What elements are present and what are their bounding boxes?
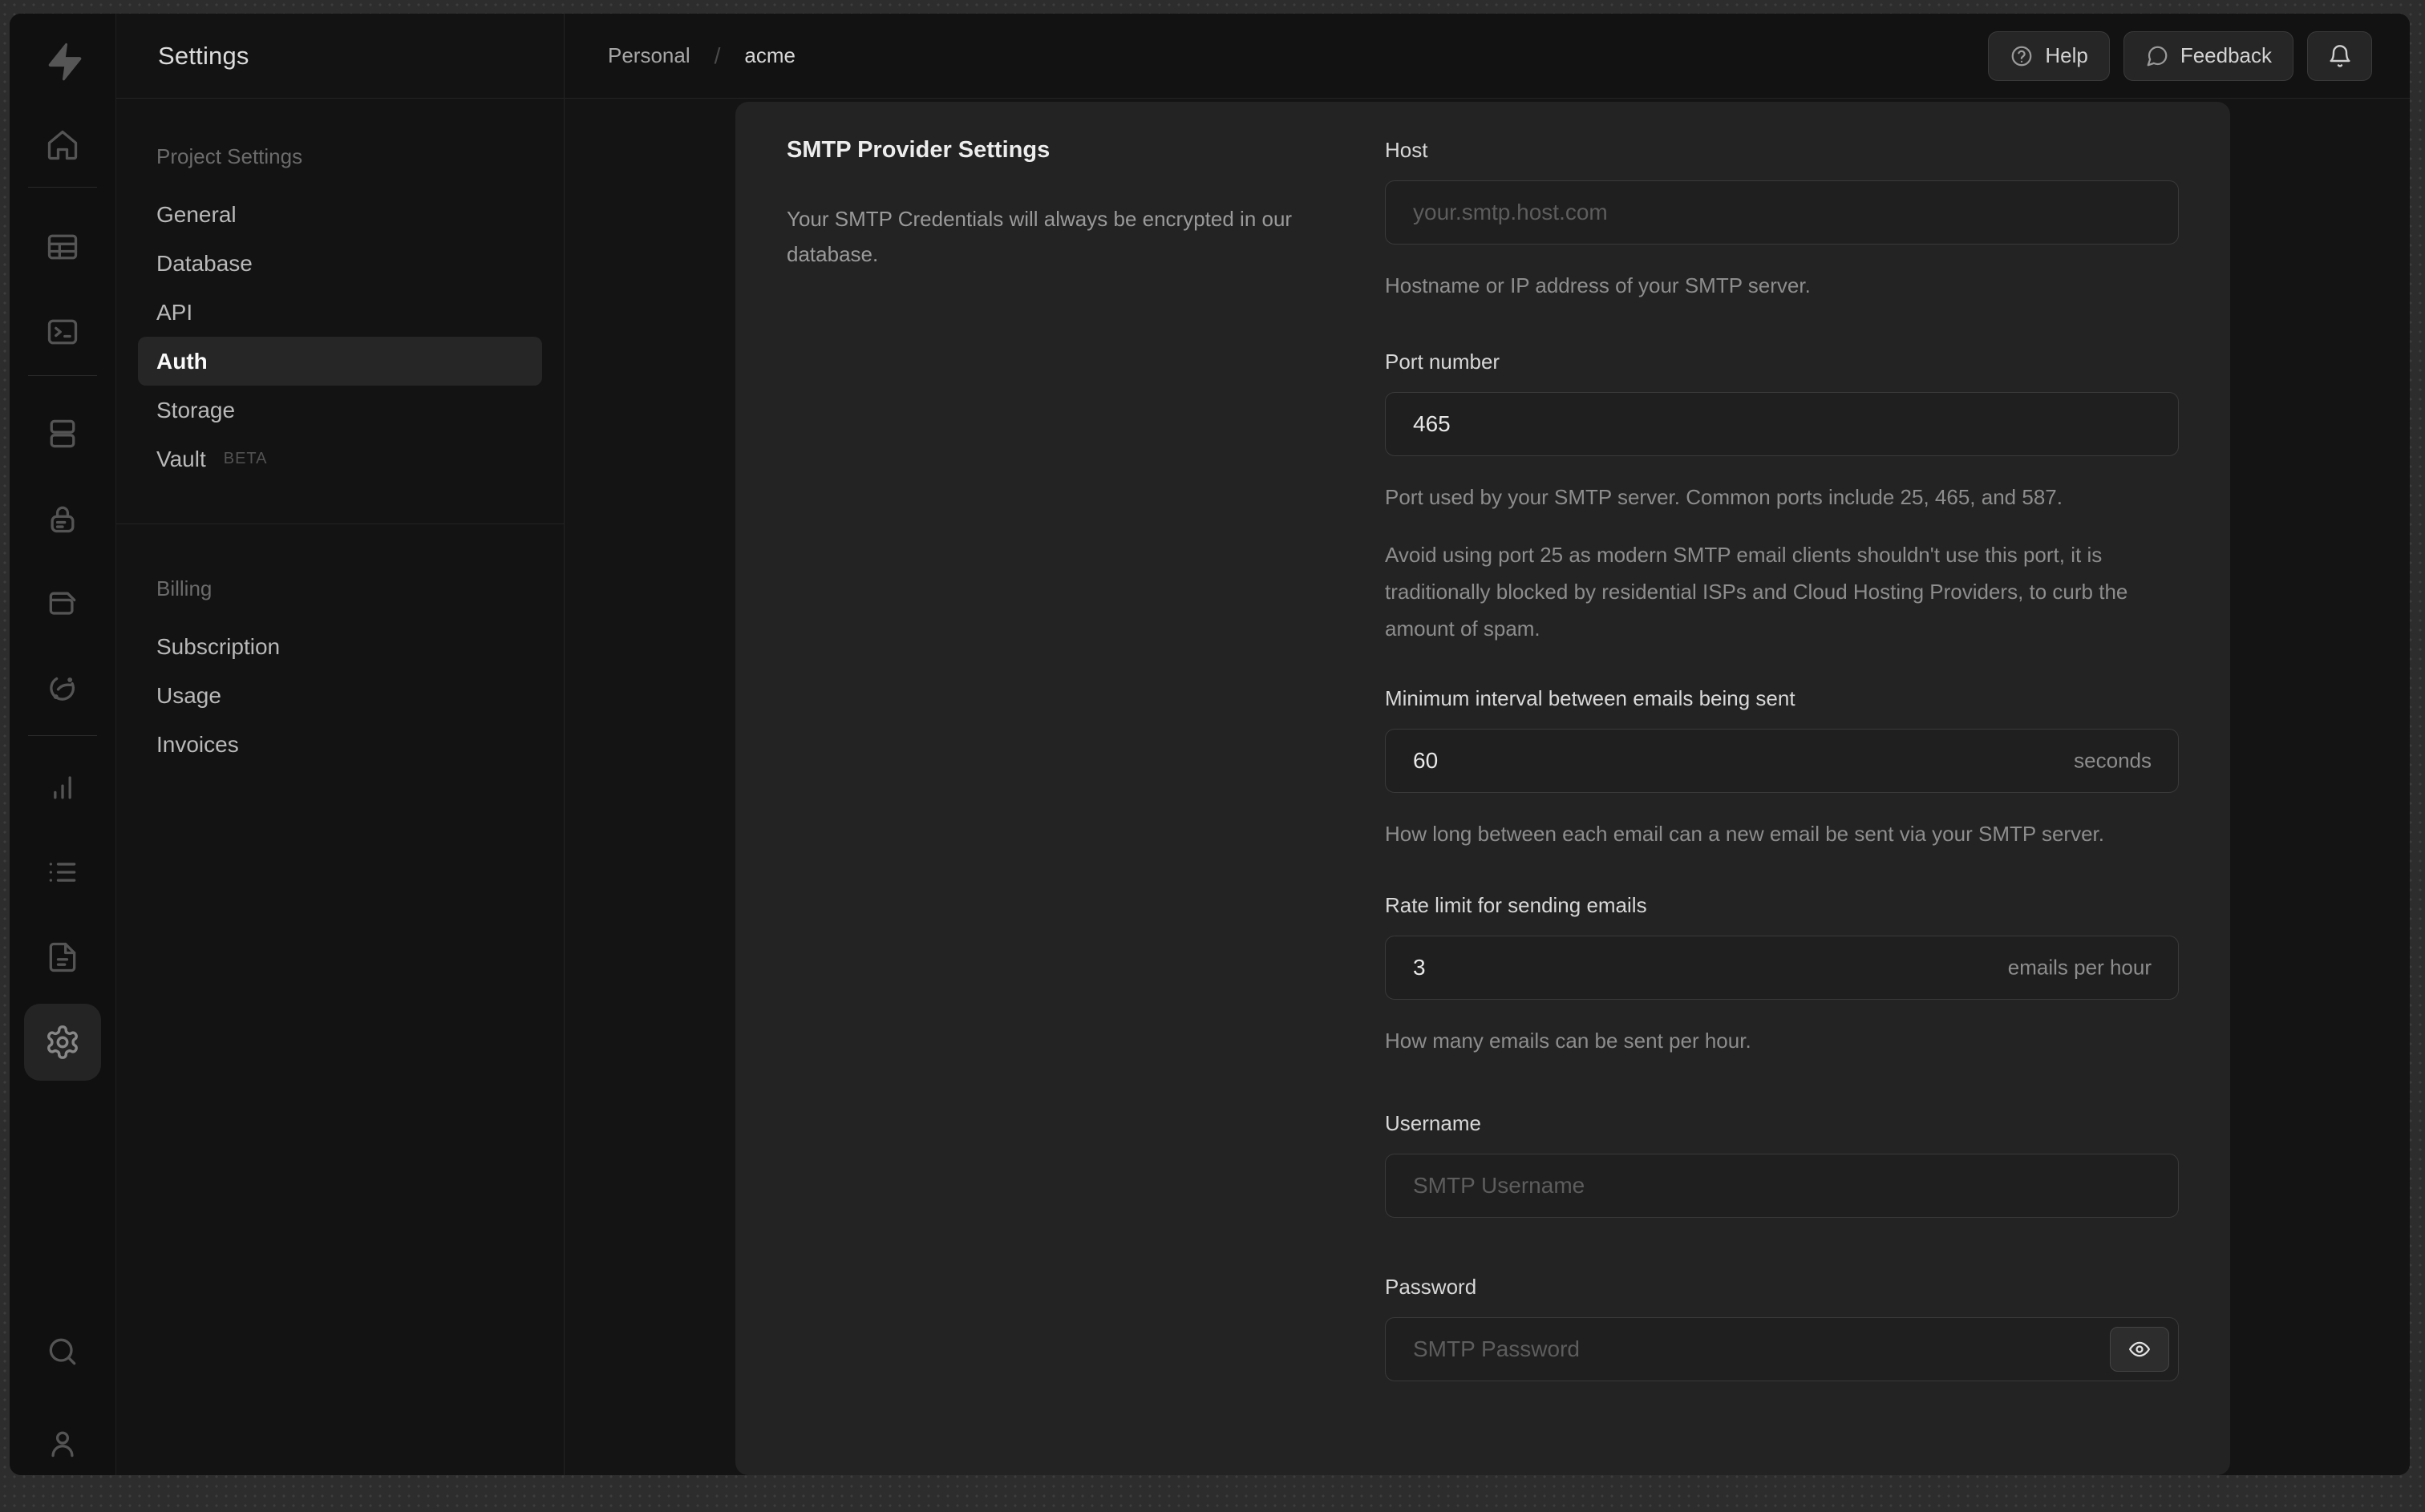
rail-divider <box>28 735 97 736</box>
home-icon <box>47 130 78 160</box>
search-icon <box>49 1338 76 1365</box>
rail-item-sql-editor[interactable] <box>45 314 80 350</box>
reveal-password-button[interactable] <box>2110 1327 2169 1372</box>
field-label: Minimum interval between emails being se… <box>1385 686 1795 710</box>
rail-item-account[interactable] <box>45 1426 80 1461</box>
icon-rail <box>10 14 116 1475</box>
port-input[interactable] <box>1385 392 2179 456</box>
settings-sidebar: Settings Project Settings General Databa… <box>116 14 565 1475</box>
field-helper: How long between each email can a new em… <box>1385 822 2104 846</box>
feedback-button[interactable]: Feedback <box>2123 30 2293 81</box>
smtp-settings-card: SMTP Provider Settings Your SMTP Credent… <box>735 102 2230 1475</box>
rail-item-storage[interactable] <box>45 586 80 621</box>
bell-icon <box>2329 44 2350 67</box>
rail-item-settings[interactable] <box>24 1004 101 1081</box>
field-label: Rate limit for sending emails <box>1385 893 1647 917</box>
user-icon <box>51 1431 74 1457</box>
field-label: Password <box>1385 1275 1477 1299</box>
auth-lock-icon <box>51 506 75 533</box>
settings-gear-icon <box>47 1025 78 1059</box>
database-icon <box>50 419 75 448</box>
sidebar-item-subscription[interactable]: Subscription <box>138 622 542 671</box>
beta-badge: BETA <box>223 450 268 467</box>
field-helper: Avoid using port 25 as modern SMTP email… <box>1385 543 2128 641</box>
sidebar-item-storage[interactable]: Storage <box>138 386 542 435</box>
reports-chart-icon <box>54 776 71 799</box>
breadcrumb: Personal / acme <box>608 43 796 69</box>
rail-item-table-editor[interactable] <box>45 229 80 265</box>
logs-list-icon <box>49 863 76 882</box>
field-password: Password <box>1385 1274 2179 1381</box>
breadcrumb-project[interactable]: acme <box>744 43 796 68</box>
edge-functions-icon <box>50 677 75 701</box>
feedback-bubble-icon <box>2147 46 2168 66</box>
field-minimum-interval: Minimum interval between emails being se… <box>1385 685 2179 852</box>
rail-item-api-docs[interactable] <box>45 940 80 975</box>
field-host: Host Hostname or IP address of your SMTP… <box>1385 137 2179 304</box>
nav-section-heading: Billing <box>156 576 213 600</box>
api-docs-icon <box>49 942 76 972</box>
rail-item-home[interactable] <box>45 127 80 163</box>
field-helper: Hostname or IP address of your SMTP serv… <box>1385 273 1811 297</box>
field-label: Host <box>1385 138 1428 162</box>
rail-item-authentication[interactable] <box>45 501 80 536</box>
sql-editor-icon <box>47 319 78 345</box>
main-area: Personal / acme Help Feedback SMTP Provi… <box>565 14 2410 1475</box>
field-helper: Port used by your SMTP server. Common po… <box>1385 485 2063 509</box>
content-area: SMTP Provider Settings Your SMTP Credent… <box>565 99 2410 1475</box>
field-port: Port number Port used by your SMTP serve… <box>1385 349 2179 647</box>
storage-icon <box>49 592 76 615</box>
rail-item-reports[interactable] <box>45 770 80 805</box>
sidebar-item-invoices[interactable]: Invoices <box>138 720 542 769</box>
field-label: Username <box>1385 1111 1481 1135</box>
rail-divider <box>28 187 97 188</box>
app-window: Settings Project Settings General Databa… <box>10 14 2410 1475</box>
smtp-password-input[interactable] <box>1385 1317 2179 1381</box>
sidebar-item-database[interactable]: Database <box>138 239 542 288</box>
field-rate-limit: Rate limit for sending emails emails per… <box>1385 892 2179 1059</box>
page-title: Settings <box>158 41 249 70</box>
topbar: Personal / acme Help Feedback <box>565 14 2410 99</box>
sidebar-item-vault[interactable]: Vault BETA <box>138 435 542 483</box>
rail-item-database[interactable] <box>45 416 80 451</box>
eye-icon <box>2129 1341 2150 1357</box>
sidebar-item-api[interactable]: API <box>138 288 542 337</box>
breadcrumb-org[interactable]: Personal <box>608 43 690 68</box>
card-title: SMTP Provider Settings <box>787 137 1051 163</box>
smtp-form: Host Hostname or IP address of your SMTP… <box>1385 102 2179 1475</box>
sidebar-item-usage[interactable]: Usage <box>138 671 542 720</box>
sidebar-item-general[interactable]: General <box>138 190 542 239</box>
rail-divider <box>28 375 97 376</box>
card-info: SMTP Provider Settings Your SMTP Credent… <box>787 102 1332 1475</box>
card-description: Your SMTP Credentials will always be enc… <box>787 207 1293 266</box>
help-button[interactable]: Help <box>1988 30 2110 81</box>
breadcrumb-separator: / <box>714 42 721 68</box>
sidebar-item-auth[interactable]: Auth <box>138 337 542 386</box>
supabase-logo-icon <box>48 42 82 81</box>
table-editor-icon <box>47 234 78 260</box>
rail-item-edge-functions[interactable] <box>45 671 80 706</box>
sidebar-header: Settings <box>116 14 564 99</box>
field-helper: How many emails can be sent per hour. <box>1385 1029 1751 1053</box>
smtp-username-input[interactable] <box>1385 1154 2179 1218</box>
rail-item-search[interactable] <box>45 1334 80 1369</box>
rail-item-logs[interactable] <box>45 855 80 890</box>
rate-limit-input[interactable] <box>1385 936 2179 1000</box>
topbar-actions: Help Feedback <box>1988 30 2372 81</box>
help-circle-icon <box>2011 46 2032 66</box>
field-username: Username <box>1385 1110 2179 1218</box>
minimum-interval-input[interactable] <box>1385 729 2179 793</box>
host-input[interactable] <box>1385 180 2179 245</box>
sidebar-nav: Project Settings General Database API Au… <box>116 99 564 769</box>
nav-section-heading: Project Settings <box>156 144 303 168</box>
field-label: Port number <box>1385 350 1500 374</box>
notifications-button[interactable] <box>2307 30 2372 81</box>
